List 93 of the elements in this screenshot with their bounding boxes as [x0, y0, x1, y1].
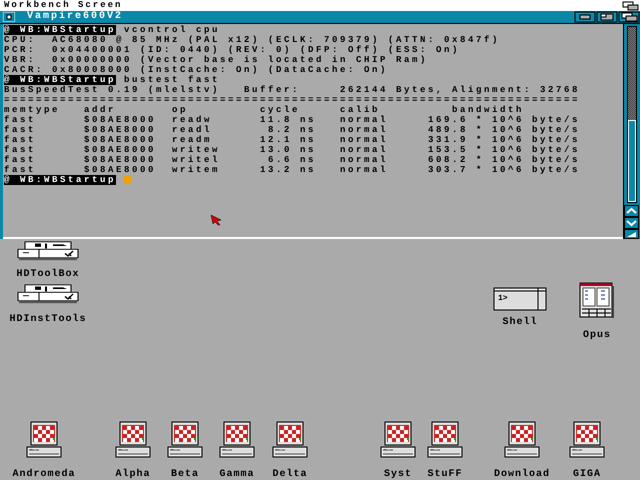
separator-text: ======================================================================== — [4, 95, 580, 105]
table-cell-text: 6.6 ns — [266, 155, 316, 165]
shell-prompt: @ WB:WBStartup — [4, 175, 116, 185]
table-cell-text: normal — [340, 125, 390, 135]
output-line: VBR: 0x00000000 (Vector base is located in CHIP Ram) — [4, 55, 428, 65]
table-cell-text: readl — [172, 125, 214, 135]
column-header: op — [172, 105, 190, 115]
drive-drawing[interactable] — [17, 284, 79, 304]
icon-label[interactable]: Delta — [272, 469, 308, 480]
icon-label[interactable]: HDInstTools — [9, 314, 86, 325]
table-cell: 12.1 ns — [260, 135, 316, 145]
icon-label[interactable]: Beta — [170, 469, 199, 480]
icon-label[interactable]: StuFF — [427, 469, 462, 480]
table-cell-text: $08AE8000 — [84, 155, 158, 165]
column-header: bandwidth — [451, 105, 526, 115]
icon-label[interactable]: Andromeda — [12, 469, 76, 480]
table-cell-text: readm — [172, 135, 214, 145]
scroll-knob[interactable] — [628, 120, 636, 202]
column-header: addr — [84, 105, 118, 115]
icon-label[interactable]: Gamma — [219, 469, 254, 480]
table-cell-text: writew — [172, 145, 222, 155]
computer-icon[interactable] — [569, 421, 605, 459]
table-cell: 11.8 ns — [260, 115, 316, 125]
screen-title: Workbench Screen — [3, 0, 122, 11]
column-header: memtype — [4, 105, 62, 115]
table-cell: 331.9 * 10^6 byte/s — [428, 135, 580, 145]
iconify-gadget-icon[interactable] — [596, 11, 618, 23]
table-cell-text: fast — [4, 165, 38, 175]
icon-label[interactable]: Shell — [502, 317, 538, 328]
computer-icon[interactable] — [26, 421, 62, 459]
shell-prompt: @ WB:WBStartup — [4, 25, 116, 35]
table-cell-text: fast — [4, 125, 38, 135]
computer-icon[interactable] — [219, 421, 255, 459]
computer-icon[interactable] — [380, 421, 416, 459]
depth-gadget-icon[interactable] — [622, 0, 640, 10]
drive-drawing[interactable] — [17, 241, 79, 261]
table-cell: 13.0 ns — [260, 145, 316, 155]
computer-icon[interactable] — [504, 421, 540, 459]
computer-icon[interactable] — [427, 421, 463, 459]
shell-prompt: @ WB:WBStartup — [4, 75, 116, 85]
table-cell-text: fast — [4, 155, 38, 165]
output-line: BusSpeedTest 0.19 (mlelstv) Buffer: 262144 Bytes, Alignment: 32768 — [4, 85, 580, 95]
computer-icon[interactable] — [167, 421, 203, 459]
table-cell-text: normal — [340, 165, 390, 175]
table-cell-text: $08AE8000 — [84, 145, 158, 155]
table-cell-text: writel — [172, 155, 222, 165]
table-cell: 303.7 * 10^6 byte/s — [428, 165, 580, 175]
computer-icon[interactable] — [272, 421, 308, 459]
table-cell-text: $08AE8000 — [84, 115, 158, 125]
column-header: calib — [340, 105, 382, 115]
table-cell-text: fast — [4, 115, 38, 125]
table-cell-text: fast — [4, 135, 38, 145]
table-cell: 153.5 * 10^6 byte/s — [428, 145, 580, 155]
depth-gadget-icon[interactable] — [618, 11, 640, 23]
resize-gadget-icon[interactable] — [624, 229, 639, 239]
command-text: bustest fast — [124, 75, 220, 85]
scroll-up-icon[interactable] — [624, 205, 639, 217]
window-title: Vampire600V2 — [27, 11, 124, 23]
table-cell-text: normal — [340, 135, 390, 145]
table-cell-text: $08AE8000 — [84, 135, 158, 145]
scrollbar[interactable] — [623, 24, 640, 239]
icon-label[interactable]: Opus — [582, 330, 611, 341]
table-cell-text: writem — [172, 165, 222, 175]
table-cell-text: 8.2 ns — [266, 125, 316, 135]
file-manager-drawing[interactable] — [579, 282, 615, 320]
shell-window-drawing[interactable]: 1> — [493, 287, 547, 311]
zoom-gadget-icon[interactable] — [574, 11, 596, 23]
computer-icon[interactable] — [115, 421, 151, 459]
icon-label[interactable]: Download — [494, 469, 550, 480]
column-header: cycle — [260, 105, 302, 115]
output-line: CACR: 0x80008000 (InstCache: On) (DataCache: On) — [4, 65, 388, 75]
scroll-down-icon[interactable] — [624, 217, 639, 229]
mouse-pointer-icon — [210, 214, 222, 226]
output-line: CPU: AC68080 @ 85 MHz (PAL x12) (ECLK: 709379) (ATTN: 0x847f) — [4, 35, 500, 45]
table-cell: 489.8 * 10^6 byte/s — [428, 125, 580, 135]
output-line: PCR: 0x04400001 (ID: 0440) (REV: 0) (DFP: Off) (ESS: On) — [4, 45, 460, 55]
icon-label[interactable]: Alpha — [115, 469, 150, 480]
icon-label[interactable]: Syst — [384, 469, 412, 480]
command-text: vcontrol cpu — [124, 25, 220, 35]
table-cell: 169.6 * 10^6 byte/s — [428, 115, 580, 125]
table-cell-text: readw — [172, 115, 214, 125]
table-cell-text: normal — [340, 145, 390, 155]
table-cell-text: normal — [340, 115, 390, 125]
shell-icon-text: 1> — [498, 294, 508, 303]
table-cell-text: $08AE8000 — [84, 125, 158, 135]
table-cell-text: normal — [340, 155, 390, 165]
table-cell-text: $08AE8000 — [84, 165, 158, 175]
close-gadget-icon[interactable] — [3, 12, 15, 22]
icon-label[interactable]: GIGA — [572, 469, 601, 480]
icon-label[interactable]: HDToolBox — [16, 269, 80, 280]
table-cell: 608.2 * 10^6 byte/s — [428, 155, 580, 165]
table-cell: 13.2 ns — [260, 165, 316, 175]
table-cell-text: fast — [4, 145, 38, 155]
